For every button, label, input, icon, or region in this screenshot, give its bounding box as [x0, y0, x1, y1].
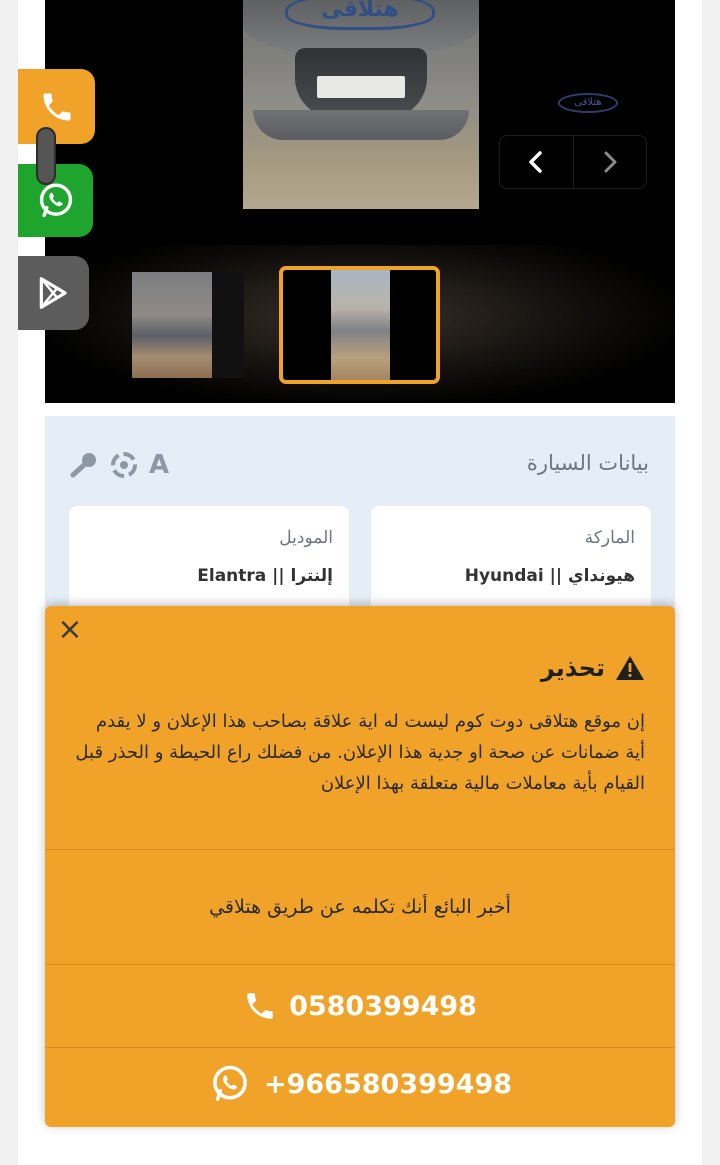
warning-message: إن موقع هتلاقى دوت كوم ليست له اية علاقة… — [75, 711, 645, 794]
photo-gallery: هتلاقى هتلاقى — [45, 0, 675, 403]
recycle-icon[interactable] — [109, 451, 139, 479]
side-drag-handle[interactable] — [36, 127, 56, 185]
whatsapp-seller-button[interactable]: +966580399498 — [45, 1047, 675, 1121]
phone-icon — [43, 93, 70, 120]
thumbnail-2-selected[interactable] — [279, 266, 440, 384]
watermark-logo-small: هتلاقى — [558, 93, 618, 113]
tell-seller-text: أخبر البائع أنك تكلمه عن طريق هتلاقي — [209, 896, 511, 918]
thumbnail-image — [132, 272, 212, 378]
font-size-icon[interactable]: A — [149, 450, 169, 480]
model-card: الموديل إلنترا || Elantra — [69, 506, 349, 616]
license-plate — [317, 76, 405, 98]
whatsapp-icon — [213, 1065, 247, 1101]
warning-title: تحذير — [540, 654, 605, 682]
next-photo-button[interactable] — [572, 136, 647, 188]
play-store-float-button[interactable] — [18, 256, 89, 330]
thumbnail-strip — [45, 245, 675, 403]
call-seller-button[interactable]: 0580399498 — [45, 965, 675, 1047]
main-car-photo[interactable]: هتلاقى — [243, 0, 479, 209]
chevron-right-icon — [604, 151, 617, 173]
car-bumper — [253, 110, 469, 140]
phone-icon — [247, 993, 273, 1019]
panel-tools: A — [69, 450, 169, 480]
chevron-left-icon — [529, 151, 542, 173]
gallery-nav — [499, 135, 647, 189]
brand-label: الماركة — [584, 528, 635, 548]
phone-number: 0580399498 — [289, 990, 477, 1022]
panel-title: بيانات السيارة — [526, 451, 649, 475]
warning-header: تحذير — [541, 654, 645, 682]
model-value: إلنترا || Elantra — [197, 566, 333, 586]
warning-dialog: × تحذير إن موقع هتلاقى دوت كوم ليست له ا… — [45, 606, 675, 1127]
search-key-icon[interactable] — [69, 451, 99, 479]
call-float-button[interactable] — [18, 69, 95, 144]
close-button[interactable]: × — [57, 615, 83, 645]
whatsapp-icon — [39, 183, 72, 217]
watermark-logo: هتلاقى — [285, 0, 435, 30]
prev-photo-button[interactable] — [500, 136, 573, 188]
brand-card: الماركة هيونداي || Hyundai — [371, 506, 651, 616]
model-label: الموديل — [279, 528, 333, 548]
brand-value: هيونداي || Hyundai — [464, 566, 635, 586]
thumbnail-1[interactable] — [132, 272, 244, 378]
whatsapp-number: +966580399498 — [263, 1068, 513, 1100]
thumbnail-image — [331, 270, 390, 380]
car-data-panel: بيانات السيارة A الماركة هيونداي || Hyun… — [45, 416, 675, 616]
play-store-icon — [39, 277, 67, 309]
warning-icon — [616, 656, 644, 680]
